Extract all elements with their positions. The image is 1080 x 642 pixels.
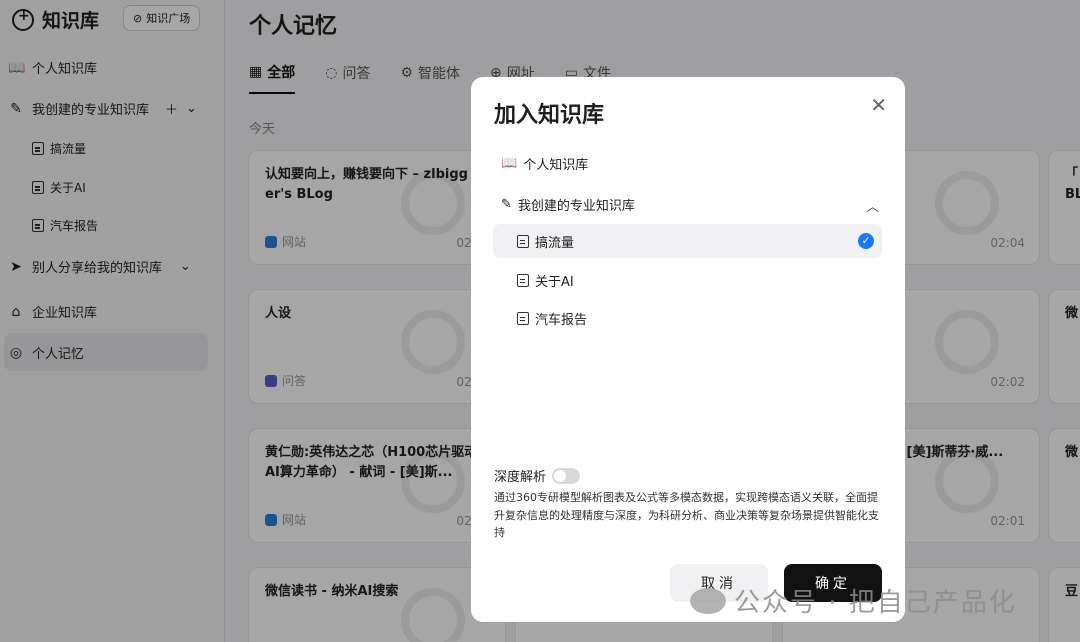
- option-my-pro-kb[interactable]: ✎ 我创建的专业知识库: [501, 195, 635, 214]
- chevron-up-icon[interactable]: ︿: [866, 196, 879, 215]
- option-label: 个人知识库: [523, 158, 589, 173]
- option-label: 搞流量: [535, 235, 575, 251]
- add-to-kb-dialog: 加入知识库 ✕ 📖 个人知识库 ✎ 我创建的专业知识库 ︿ 搞流量 ✓ 关于AI…: [471, 77, 905, 622]
- book-icon: 📖: [501, 156, 518, 171]
- deep-parse-label: 深度解析: [494, 470, 547, 485]
- document-icon: [517, 311, 529, 325]
- option-car-report[interactable]: 汽车报告: [493, 301, 882, 335]
- watermark: 公众号 · 把自己产品化: [690, 582, 1017, 619]
- option-label: 我创建的专业知识库: [517, 199, 635, 214]
- close-icon[interactable]: ✕: [870, 93, 887, 117]
- option-personal-kb[interactable]: 📖 个人知识库: [501, 154, 588, 173]
- deep-parse-row: 深度解析: [494, 466, 581, 485]
- document-icon: [517, 273, 529, 287]
- wechat-icon: [690, 587, 726, 614]
- watermark-text: 公众号 · 把自己产品化: [734, 588, 1017, 618]
- option-label: 关于AI: [535, 274, 574, 290]
- dialog-title: 加入知识库: [494, 103, 605, 128]
- deep-parse-toggle[interactable]: [552, 467, 581, 484]
- option-ai[interactable]: 关于AI: [493, 263, 882, 297]
- edit-icon: ✎: [501, 197, 512, 212]
- option-label: 汽车报告: [535, 312, 588, 328]
- checkmark-icon: ✓: [858, 233, 874, 249]
- deep-parse-description: 通过360专研模型解析图表及公式等多模态数据，实现跨模态语义关联，全面提升复杂信…: [494, 491, 879, 539]
- option-traffic[interactable]: 搞流量 ✓: [493, 224, 882, 258]
- document-icon: [517, 234, 529, 248]
